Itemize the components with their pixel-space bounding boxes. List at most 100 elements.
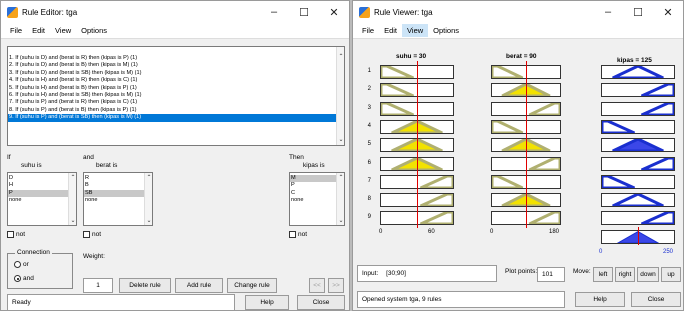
suhu-listbox[interactable]: D H P none ⌃ ⌄ [7, 172, 77, 226]
scroll-up-icon[interactable]: ⌃ [69, 174, 76, 181]
berat-input-line[interactable] [526, 61, 527, 228]
plot-points-input[interactable]: 101 [537, 267, 565, 282]
matlab-app-icon [359, 6, 370, 18]
if-label: If [7, 154, 11, 161]
next-rule-button[interactable]: >> [328, 278, 344, 293]
then-label: Then [289, 154, 304, 161]
option-item[interactable]: R [84, 175, 152, 182]
rule-item[interactable]: 3. If (suhu is D) and (berat is SB) then… [8, 70, 344, 77]
option-item[interactable]: none [84, 197, 152, 204]
menu-edit[interactable]: Edit [27, 24, 50, 37]
rule-item[interactable]: 8. If (suhu is P) and (berat is B) then … [8, 107, 344, 114]
rule-list[interactable]: 1. If (suhu is D) and (berat is R) then … [7, 46, 345, 146]
option-item[interactable]: H [8, 182, 76, 189]
rule-list-scrollbar[interactable]: ⌃ ⌄ [336, 47, 344, 145]
berat-label: berat is [96, 162, 118, 169]
rule-item[interactable]: 7. If (suhu is P) and (berat is R) then … [8, 99, 344, 106]
kipas-mf-plot [601, 83, 675, 98]
kipas-listbox[interactable]: M P C none ⌃ ⌄ [289, 172, 345, 226]
change-rule-button[interactable]: Change rule [227, 278, 277, 293]
option-item[interactable]: none [8, 197, 76, 204]
berat-not-checkbox[interactable]: not [83, 231, 101, 238]
not-label: not [16, 231, 26, 239]
option-item-selected[interactable]: SB [84, 189, 152, 198]
weight-input[interactable]: 1 [83, 278, 113, 293]
membership-triangle [492, 176, 523, 188]
maximize-icon[interactable]: ☐ [289, 6, 319, 19]
option-item[interactable]: D [8, 175, 76, 182]
kipas-mf-plot [601, 193, 675, 208]
move-left-button[interactable]: left [593, 267, 613, 282]
membership-triangle [613, 66, 663, 78]
close-icon[interactable]: ✕ [653, 6, 683, 19]
checkbox-box[interactable] [289, 231, 296, 238]
berat-listbox[interactable]: R B SB none ⌃ ⌄ [83, 172, 153, 226]
maximize-icon[interactable]: ☐ [623, 6, 653, 19]
rule-item-selected[interactable]: 9. If (suhu is P) and (berat is SB) then… [8, 114, 344, 122]
suhu-not-checkbox[interactable]: not [7, 231, 25, 238]
viewer-close-button[interactable]: Close [631, 292, 681, 307]
or-radio[interactable]: or [14, 261, 29, 268]
scroll-down-icon[interactable]: ⌄ [145, 217, 152, 224]
move-up-button[interactable]: up [661, 267, 681, 282]
input-value[interactable]: [30;90] [386, 270, 406, 277]
menu-options[interactable]: Options [428, 24, 464, 37]
membership-triangle [492, 66, 523, 78]
menu-file[interactable]: File [357, 24, 379, 37]
option-item-selected[interactable]: P [8, 189, 76, 198]
move-right-button[interactable]: right [615, 267, 635, 282]
radio-circle-selected[interactable] [14, 275, 21, 282]
minimize-icon[interactable]: – [259, 6, 289, 18]
menu-file[interactable]: File [5, 24, 27, 37]
membership-triangle [421, 176, 453, 188]
viewer-control-panel: Input: [30;90] Plot points: 101 Move: le… [353, 259, 683, 310]
close-icon[interactable]: ✕ [319, 6, 349, 19]
and-radio[interactable]: and [14, 275, 34, 282]
input-field[interactable]: Input: [30;90] [357, 265, 497, 282]
connection-group: Connection or and [7, 249, 73, 289]
scroll-down-icon[interactable]: ⌄ [337, 217, 344, 224]
kipas-not-checkbox[interactable]: not [289, 231, 307, 238]
checkbox-box[interactable] [7, 231, 14, 238]
membership-triangle [381, 66, 413, 78]
move-down-button[interactable]: down [637, 267, 659, 282]
scroll-up-icon[interactable]: ⌃ [337, 53, 344, 60]
and-radio-label: and [23, 275, 34, 283]
scroll-up-icon[interactable]: ⌃ [337, 174, 344, 181]
scroll-up-icon[interactable]: ⌃ [145, 174, 152, 181]
rule-row-number: 7 [367, 177, 371, 184]
membership-triangle [529, 158, 560, 170]
editor-help-button[interactable]: Help [245, 295, 289, 310]
rule-row-number: 5 [367, 141, 371, 148]
add-rule-button[interactable]: Add rule [175, 278, 223, 293]
berat-scrollbar[interactable]: ⌃ ⌄ [144, 173, 152, 225]
prev-rule-button[interactable]: << [309, 278, 325, 293]
rule-item[interactable]: 1. If (suhu is D) and (berat is R) then … [8, 55, 344, 62]
viewer-help-button[interactable]: Help [575, 292, 625, 307]
menu-options[interactable]: Options [76, 24, 112, 37]
scroll-down-icon[interactable]: ⌄ [69, 217, 76, 224]
menu-view[interactable]: View [50, 24, 76, 37]
rule-item[interactable]: 4. If (suhu is H) and (berat is R) then … [8, 77, 344, 84]
radio-circle[interactable] [14, 261, 21, 268]
suhu-input-line[interactable] [417, 61, 418, 228]
editor-window-title: Rule Editor: tga [22, 7, 78, 17]
membership-triangle [529, 103, 560, 115]
kipas-scrollbar[interactable]: ⌃ ⌄ [336, 173, 344, 225]
kipas-mf-plot [601, 119, 675, 134]
minimize-icon[interactable]: – [593, 6, 623, 18]
delete-rule-button[interactable]: Delete rule [119, 278, 171, 293]
rule-item[interactable]: 5. If (suhu is H) and (berat is B) then … [8, 85, 344, 92]
rule-item[interactable]: 2. If (suhu is D) and (berat is B) then … [8, 62, 344, 69]
option-item[interactable]: B [84, 182, 152, 189]
rule-item[interactable]: 6. If (suhu is H) and (berat is SB) then… [8, 92, 344, 99]
membership-triangle [613, 194, 663, 206]
suhu-scrollbar[interactable]: ⌃ ⌄ [68, 173, 76, 225]
viewer-menu-bar: File Edit View Options [353, 23, 683, 39]
editor-close-button[interactable]: Close [297, 295, 345, 310]
scroll-down-icon[interactable]: ⌄ [337, 136, 344, 143]
checkbox-box[interactable] [83, 231, 90, 238]
menu-edit[interactable]: Edit [379, 24, 402, 37]
membership-triangle [642, 84, 674, 96]
menu-view[interactable]: View [402, 24, 429, 37]
